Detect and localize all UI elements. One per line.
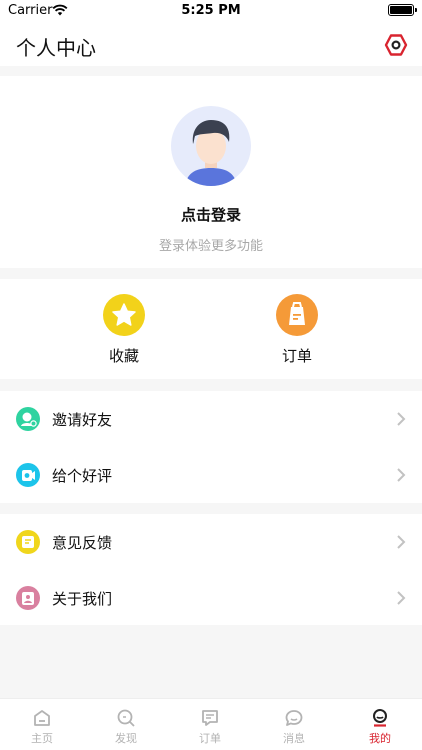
tab-orders-label: 订单	[199, 732, 221, 745]
home-icon	[34, 710, 50, 726]
tab-profile[interactable]: 我的	[338, 699, 422, 750]
tab-bar: 主页 发现 订单 消息 我的	[0, 698, 422, 750]
avatar-icon[interactable]	[171, 106, 251, 186]
invite-friends-row[interactable]: 邀请好友	[0, 391, 422, 447]
tab-messages-label: 消息	[283, 732, 305, 745]
chevron-right-icon	[397, 535, 406, 549]
orders-label: 订单	[281, 347, 312, 365]
about-us-row[interactable]: 关于我们	[0, 570, 422, 626]
favorites-button[interactable]: 收藏	[84, 294, 164, 374]
order-icon	[202, 710, 218, 726]
order-bag-icon	[276, 294, 318, 336]
discover-icon	[117, 709, 135, 727]
tab-discover[interactable]: 发现	[84, 699, 168, 750]
about-us-label: 关于我们	[52, 590, 113, 608]
chevron-right-icon	[397, 468, 406, 482]
star-icon	[103, 294, 145, 336]
status-bar: Carrier 5:25 PM	[0, 0, 422, 22]
favorites-label: 收藏	[108, 347, 139, 365]
login-title[interactable]: 点击登录	[0, 204, 422, 225]
feedback-label: 意见反馈	[52, 534, 113, 552]
battery-icon	[388, 4, 417, 16]
tab-home[interactable]: 主页	[0, 699, 84, 750]
page-title: 个人中心	[16, 36, 96, 60]
chevron-right-icon	[397, 412, 406, 426]
tab-discover-label: 发现	[115, 732, 137, 745]
message-icon	[285, 710, 303, 726]
rate-us-row[interactable]: 给个好评	[0, 447, 422, 503]
feedback-row[interactable]: 意见反馈	[0, 514, 422, 570]
rate-us-label: 给个好评	[52, 467, 113, 485]
invite-friends-label: 邀请好友	[52, 411, 113, 429]
login-subtitle: 登录体验更多功能	[158, 239, 263, 254]
menu-group-1: 邀请好友 给个好评	[0, 391, 422, 503]
status-time: 5:25 PM	[181, 3, 241, 18]
about-icon	[16, 586, 40, 610]
shortcut-panel: 收藏 订单	[0, 279, 422, 379]
menu-group-2: 意见反馈 关于我们	[0, 514, 422, 625]
tab-messages[interactable]: 消息	[252, 699, 336, 750]
gear-icon[interactable]	[384, 33, 408, 57]
tab-orders[interactable]: 订单	[168, 699, 252, 750]
tab-profile-label: 我的	[369, 732, 391, 745]
header: 个人中心	[0, 22, 422, 66]
profile-card[interactable]: 点击登录 登录体验更多功能	[0, 76, 422, 268]
rate-icon	[16, 463, 40, 487]
orders-button[interactable]: 订单	[257, 294, 337, 374]
feedback-icon	[16, 530, 40, 554]
invite-icon	[16, 407, 40, 431]
chevron-right-icon	[397, 591, 406, 605]
profile-icon	[373, 709, 387, 727]
tab-home-label: 主页	[31, 732, 53, 745]
